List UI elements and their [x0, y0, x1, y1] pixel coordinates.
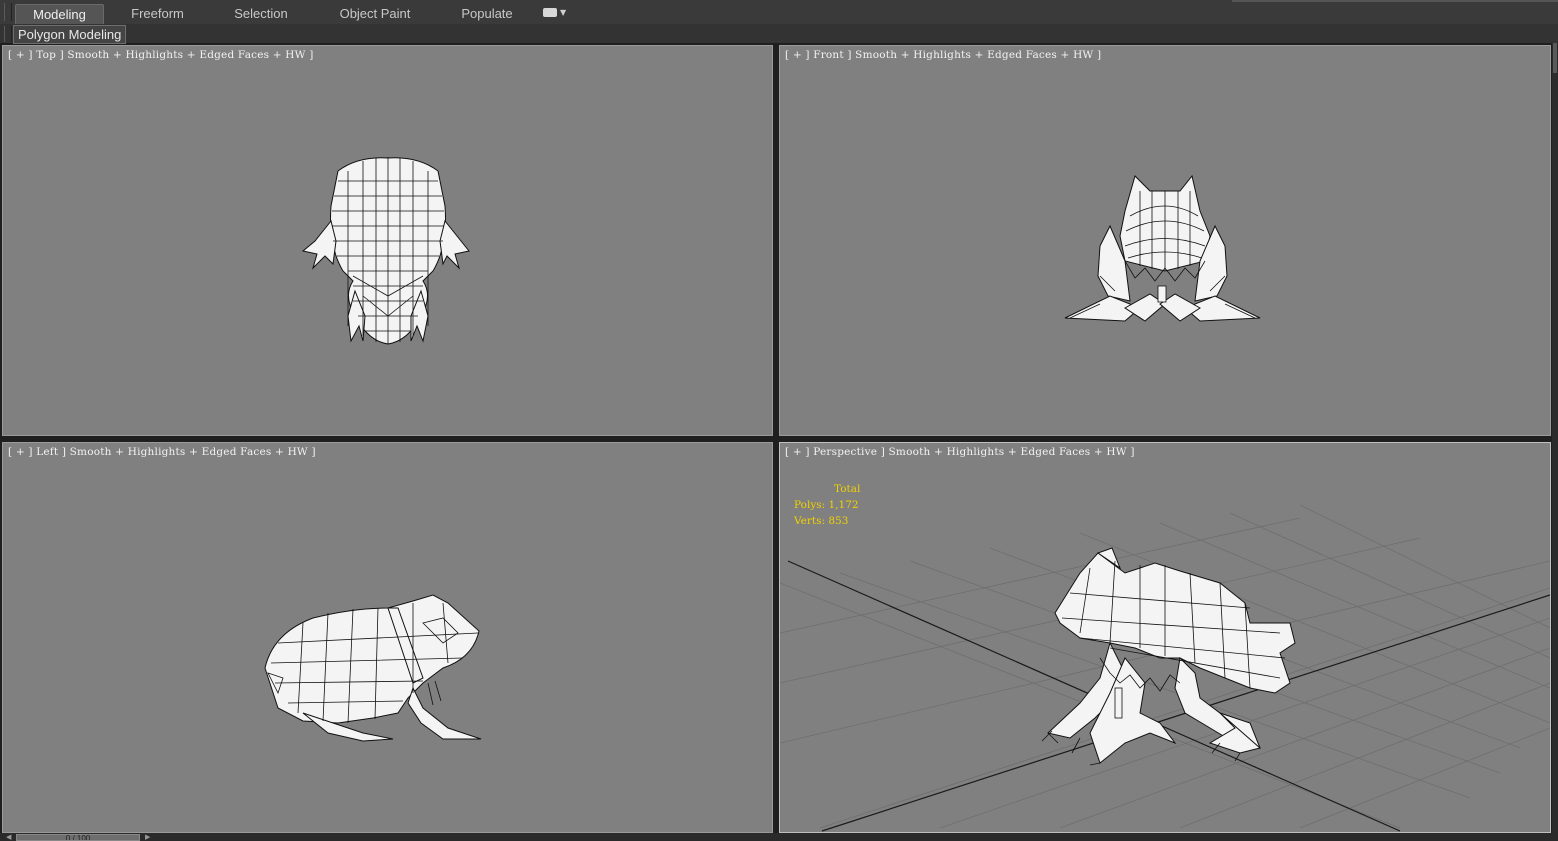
- panel-grip-handle[interactable]: [4, 26, 12, 42]
- time-next-icon[interactable]: ▶: [145, 834, 150, 841]
- time-prev-icon[interactable]: ◀: [6, 834, 11, 841]
- perspective-scene: [780, 504, 1550, 832]
- toolbar-edge: [1232, 0, 1558, 2]
- tab-freeform[interactable]: Freeform: [120, 4, 195, 23]
- viewport-top[interactable]: [ + ] Top ] Smooth + Highlights + Edged …: [2, 45, 773, 436]
- viewport-scrollbar[interactable]: [1552, 43, 1558, 833]
- tab-modeling[interactable]: Modeling: [15, 4, 104, 24]
- tab-populate[interactable]: Populate: [452, 4, 522, 23]
- frog-front-view-model: [1064, 174, 1261, 322]
- viewport-front[interactable]: [ + ] Front ] Smooth + Highlights + Edge…: [779, 45, 1551, 436]
- home-grid: [780, 504, 1550, 829]
- tab-selection[interactable]: Selection: [225, 4, 297, 23]
- ribbon-grip-handle[interactable]: [4, 3, 12, 21]
- timeline-bar: [0, 833, 1558, 841]
- viewport-perspective[interactable]: [ + ] Perspective ] Smooth + Highlights …: [779, 442, 1551, 833]
- ribbon-toggle-icon: [543, 8, 557, 17]
- polygon-modeling-button[interactable]: Polygon Modeling: [13, 25, 127, 44]
- chevron-down-icon: ▼: [560, 8, 567, 17]
- tab-object-paint[interactable]: Object Paint: [333, 4, 417, 23]
- ribbon-panel-bar: Polygon Modeling: [0, 24, 1558, 44]
- ribbon-tab-bar: Modeling Freeform Selection Object Paint…: [0, 0, 1558, 25]
- frog-top-view-model: [301, 157, 470, 345]
- ribbon-options-dropdown[interactable]: ▼: [543, 6, 567, 20]
- scrollbar-thumb[interactable]: [1553, 43, 1557, 73]
- time-slider[interactable]: 0 / 100: [16, 834, 140, 841]
- viewport-left[interactable]: [ + ] Left ] Smooth + Highlights + Edged…: [2, 442, 773, 833]
- frog-left-view-model: [264, 594, 482, 742]
